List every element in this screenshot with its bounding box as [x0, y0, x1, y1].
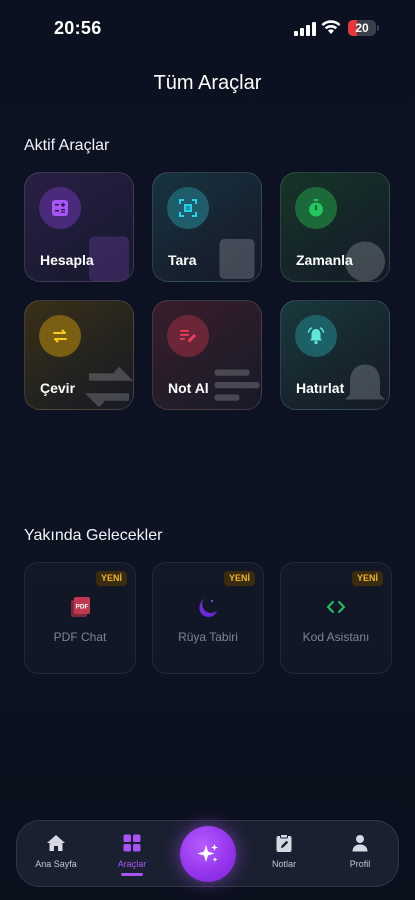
swap-icon — [39, 315, 81, 357]
tab-label: Notlar — [271, 859, 296, 869]
tool-card-cevir[interactable]: Çevir — [24, 300, 134, 410]
tab-araclar[interactable]: Araçlar — [102, 821, 162, 888]
bell-alarm-icon — [295, 315, 337, 357]
wifi-icon — [321, 20, 341, 34]
notes-icon — [276, 834, 292, 852]
page-title: Tüm Araçlar — [153, 72, 262, 94]
ai-sparkle-button[interactable] — [180, 826, 236, 882]
swap-watermark-icon — [84, 366, 133, 408]
grid-icon — [123, 834, 141, 852]
profile-icon — [352, 835, 368, 852]
timer-icon — [295, 187, 337, 229]
tool-label: Tara — [168, 252, 197, 268]
tool-label: Hesapla — [40, 252, 94, 268]
tool-label: Zamanla — [296, 252, 353, 268]
tool-label: Hatırlat — [296, 380, 345, 396]
sparkle-icon — [197, 844, 218, 862]
coming-soon-heading: Yakında Gelecekler — [24, 527, 163, 544]
code-icon — [281, 595, 391, 624]
tool-label: Çevir — [40, 380, 76, 396]
active-tab-indicator — [121, 873, 143, 876]
tab-label: Ana Sayfa — [35, 859, 77, 869]
tool-label: Not Al — [168, 380, 209, 396]
scan-icon — [167, 187, 209, 229]
tab-label: Araçlar — [117, 859, 147, 869]
signal-icon — [294, 22, 316, 36]
active-tools-heading: Aktif Araçlar — [24, 137, 110, 154]
coming-soon-card-ruya-tabiri[interactable]: YENİ Rüya Tabiri — [152, 562, 264, 674]
new-badge: YENİ — [95, 571, 127, 586]
note-watermark-icon — [214, 369, 260, 401]
calculator-icon — [39, 187, 81, 229]
tool-card-hatirlat[interactable]: Hatırlat — [280, 300, 390, 410]
coming-soon-card-kod-asistani[interactable]: YENİ Kod Asistanı — [280, 562, 392, 674]
new-badge: YENİ — [351, 571, 383, 586]
svg-text:PDF: PDF — [76, 604, 89, 611]
coming-soon-label: PDF Chat — [53, 630, 107, 644]
coming-soon-card-pdf-chat[interactable]: YENİ PDF PDF Chat — [24, 562, 136, 674]
tool-card-not-al[interactable]: Not Al — [152, 300, 262, 410]
note-edit-icon — [167, 315, 209, 357]
tool-card-hesapla[interactable]: Hesapla — [24, 172, 134, 282]
coming-soon-label: Rüya Tabiri — [178, 630, 238, 644]
pdf-icon: PDF — [25, 595, 135, 624]
tab-ana-sayfa[interactable]: Ana Sayfa — [26, 821, 86, 888]
tab-label: Profil — [349, 859, 371, 869]
battery-level: 20 — [355, 21, 369, 35]
battery-icon: 20 — [348, 20, 376, 36]
new-badge: YENİ — [223, 571, 255, 586]
home-icon — [47, 835, 65, 851]
moon-icon — [153, 595, 263, 624]
tool-card-tara[interactable]: Tara — [152, 172, 262, 282]
scan-watermark-icon — [219, 239, 255, 279]
coming-soon-label: Kod Asistanı — [302, 630, 370, 644]
status-time: 20:56 — [54, 18, 102, 38]
tab-notlar[interactable]: Notlar — [254, 821, 314, 888]
status-bar: 20:56 20 — [0, 0, 415, 56]
tab-profil[interactable]: Profil — [330, 821, 390, 888]
tool-card-zamanla[interactable]: Zamanla — [280, 172, 390, 282]
